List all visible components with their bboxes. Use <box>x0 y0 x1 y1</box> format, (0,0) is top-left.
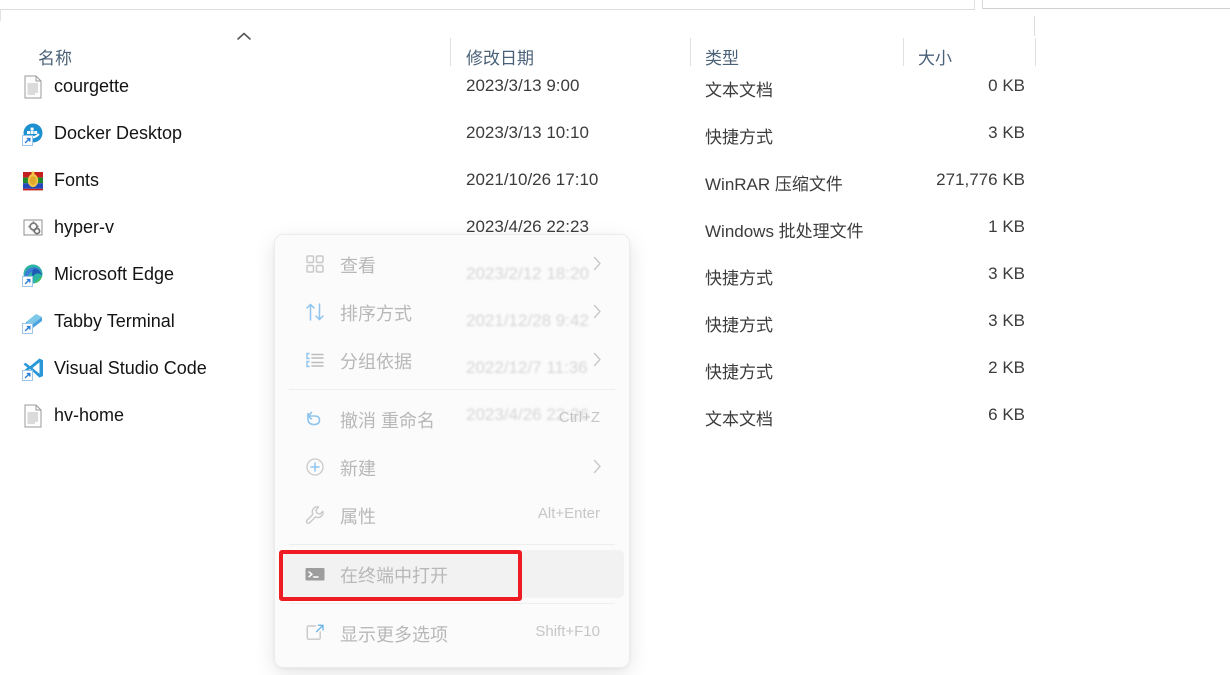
window-top-divider <box>0 9 975 10</box>
file-size: 1 KB <box>988 217 1025 236</box>
table-row[interactable]: Fonts 2021/10/26 17:10 WinRAR 压缩文件 271,7… <box>0 160 1230 207</box>
show-more-icon <box>304 622 326 644</box>
file-size: 3 KB <box>988 311 1025 330</box>
context-menu-label: 属性 <box>340 507 376 527</box>
window-edge-right-2 <box>982 0 983 9</box>
file-size: 3 KB <box>988 264 1025 283</box>
chevron-right-icon <box>593 304 602 319</box>
group-by-list-icon <box>304 349 326 371</box>
context-menu-divider <box>289 603 615 604</box>
plus-circle-icon <box>304 456 326 478</box>
wrench-icon <box>304 504 326 526</box>
batch-file-icon <box>22 216 44 240</box>
context-menu-item-view[interactable]: 查看 <box>280 240 624 288</box>
text-document-icon <box>22 404 44 428</box>
column-separator-3[interactable] <box>903 38 904 66</box>
file-date-modified: 2023/3/13 9:00 <box>466 76 580 95</box>
file-size: 0 KB <box>988 76 1025 95</box>
context-menu-accelerator: Shift+F10 <box>535 623 600 640</box>
file-size: 271,776 KB <box>936 170 1025 189</box>
file-name: hyper-v <box>54 217 115 237</box>
context-menu-label: 分组依据 <box>340 352 412 372</box>
context-menu-accelerator: Alt+Enter <box>537 505 600 522</box>
table-row[interactable]: Docker Desktop 2023/3/13 10:10 快捷方式 3 KB <box>0 113 1230 160</box>
docker-shortcut-icon <box>22 122 44 146</box>
context-menu-label: 显示更多选项 <box>340 625 448 645</box>
table-row[interactable]: courgette 2023/3/13 9:00 文本文档 0 KB <box>0 66 1230 113</box>
context-menu-item-show-more-options[interactable]: 显示更多选项 Shift+F10 <box>280 609 624 657</box>
chevron-right-icon <box>593 256 602 271</box>
winrar-archive-icon <box>22 169 44 193</box>
text-document-icon <box>22 75 44 99</box>
file-name: Fonts <box>54 170 100 190</box>
context-menu-item-properties[interactable]: 属性 Alt+Enter <box>280 491 624 539</box>
column-separator-4[interactable] <box>1035 38 1036 66</box>
file-size: 2 KB <box>988 358 1025 377</box>
sort-arrows-icon <box>304 301 326 323</box>
context-menu-label: 撤消 重命名 <box>340 411 436 431</box>
context-menu-divider <box>289 389 615 390</box>
vscode-shortcut-icon <box>22 357 44 381</box>
terminal-icon <box>304 563 326 585</box>
context-menu-item-undo-rename[interactable]: 撤消 重命名 Ctrl+Z <box>280 395 624 443</box>
grid-view-icon <box>304 253 326 275</box>
file-date-modified: 2023/3/13 10:10 <box>466 123 589 142</box>
context-menu-divider <box>289 544 615 545</box>
column-header-bar: 名称 修改日期 类型 大小 <box>0 18 1230 68</box>
chevron-right-icon <box>593 459 602 474</box>
context-menu-label: 排序方式 <box>340 304 412 324</box>
tabby-shortcut-icon <box>22 310 44 334</box>
file-explorer-window: 名称 修改日期 类型 大小 courgette 2023/3/13 9:00 文… <box>0 0 1230 675</box>
column-separator-2[interactable] <box>690 38 691 66</box>
file-name: courgette <box>54 76 130 96</box>
context-menu: 查看 排序方式 分组依据 撤消 重命名 Ctrl+Z 新建 属性 Alt+Ent… <box>274 234 630 668</box>
file-size: 6 KB <box>988 405 1025 424</box>
file-name: hv-home <box>54 405 125 425</box>
context-menu-item-new[interactable]: 新建 <box>280 443 624 491</box>
file-name: Visual Studio Code <box>54 358 207 378</box>
context-menu-label: 在终端中打开 <box>340 566 448 586</box>
column-separator-1[interactable] <box>450 38 451 66</box>
file-name: Docker Desktop <box>54 123 183 143</box>
window-top-divider-right <box>982 8 1230 9</box>
sort-ascending-icon <box>236 30 252 42</box>
context-menu-item-group-by[interactable]: 分组依据 <box>280 336 624 384</box>
context-menu-item-sort-by[interactable]: 排序方式 <box>280 288 624 336</box>
file-name: Tabby Terminal <box>54 311 175 331</box>
window-edge-right <box>974 0 975 10</box>
context-menu-item-open-in-terminal[interactable]: 在终端中打开 <box>280 550 624 598</box>
context-menu-label: 查看 <box>340 256 376 276</box>
edge-shortcut-icon <box>22 263 44 287</box>
file-size: 3 KB <box>988 123 1025 142</box>
file-date-modified: 2021/10/26 17:10 <box>466 170 599 189</box>
context-menu-label: 新建 <box>340 459 376 479</box>
undo-arrow-icon <box>304 408 326 430</box>
context-menu-accelerator: Ctrl+Z <box>558 409 600 426</box>
file-name: Microsoft Edge <box>54 264 175 284</box>
chevron-right-icon <box>593 352 602 367</box>
